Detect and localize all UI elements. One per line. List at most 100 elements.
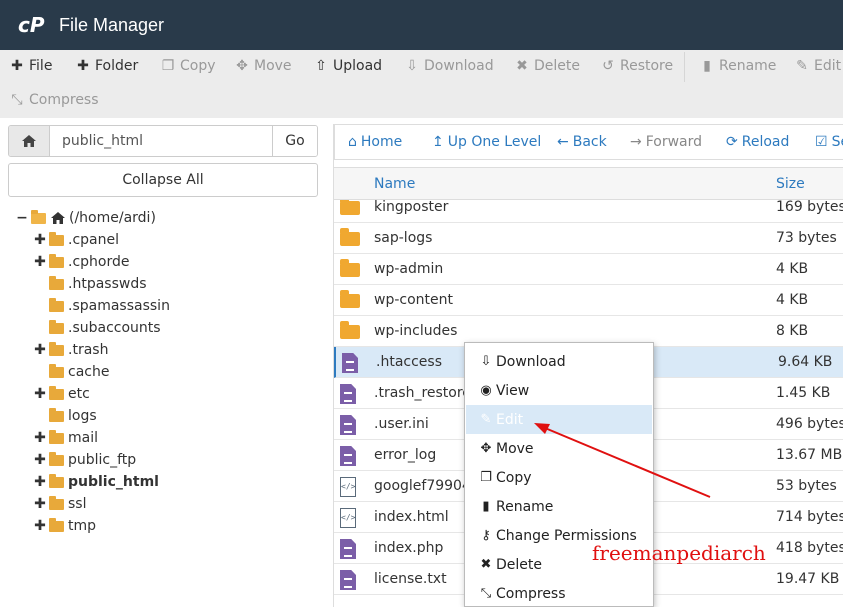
main-toolbar: ✚ File ✚ Folder ❐ Copy ✥ Move ⇧ Upload ⇩ Downl…: [0, 50, 843, 118]
plus-icon: ✚: [11, 58, 23, 74]
expand-icon[interactable]: ✚: [34, 496, 46, 512]
tree-root[interactable]: − (/home/ardi): [16, 207, 156, 229]
tree-item[interactable]: ✚ .cphorde: [34, 251, 129, 273]
context-menu: ⇩ Download ◉ View ✎ Edit ✥ Move ❐ Copy ▮ Renam…: [464, 342, 654, 607]
folder-icon: [49, 385, 64, 400]
file-icon: ▮: [482, 499, 490, 514]
ctx-view[interactable]: ◉ View: [466, 376, 652, 405]
rename-button[interactable]: ▮ Rename: [700, 50, 776, 82]
expand-icon[interactable]: ✚: [34, 474, 46, 490]
pencil-icon: ✎: [796, 58, 808, 74]
tree-item[interactable]: ✚ .cpanel: [34, 229, 119, 251]
tree-item[interactable]: ✚ ssl: [34, 493, 86, 515]
ctx-edit[interactable]: ✎ Edit: [466, 405, 652, 434]
folder-icon: [340, 321, 360, 339]
file-row[interactable]: wp-admin 4 KB: [334, 254, 843, 285]
folder-icon: [340, 228, 360, 246]
tree-item[interactable]: ✚ mail: [34, 427, 98, 449]
collapse-icon[interactable]: −: [16, 210, 28, 226]
copy-icon: ❐: [480, 470, 492, 485]
file-text-icon: [340, 539, 356, 559]
file-code-icon: </>: [340, 508, 356, 528]
tree-item-current[interactable]: ✚ public_html: [34, 471, 159, 493]
select-all-button[interactable]: ☑Se: [815, 125, 843, 159]
expand-icon[interactable]: ✚: [34, 342, 46, 358]
tree-item[interactable]: cache: [49, 361, 109, 383]
expand-icon[interactable]: ✚: [34, 518, 46, 534]
expand-icon[interactable]: ✚: [34, 452, 46, 468]
download-icon: ⇩: [480, 354, 492, 369]
folder-icon: [49, 253, 64, 268]
download-button[interactable]: ⇩ Download: [405, 50, 493, 82]
file-text-icon: [340, 384, 356, 404]
folder-icon: [340, 259, 360, 277]
compress-button[interactable]: ⤡ Compress: [10, 84, 98, 116]
ctx-rename[interactable]: ▮ Rename: [466, 492, 652, 521]
copy-button[interactable]: ❐ Copy: [161, 50, 216, 82]
folder-icon: [340, 200, 360, 215]
tree-item[interactable]: ✚ tmp: [34, 515, 96, 537]
tree-item[interactable]: .subaccounts: [49, 317, 161, 339]
expand-icon[interactable]: ✚: [34, 430, 46, 446]
new-file-button[interactable]: ✚ File: [10, 50, 52, 82]
upload-button[interactable]: ⇧ Upload: [314, 50, 382, 82]
expand-icon[interactable]: ✚: [34, 254, 46, 270]
edit-button[interactable]: ✎ Edit: [795, 50, 841, 82]
ctx-move[interactable]: ✥ Move: [466, 434, 652, 463]
expand-icon[interactable]: ✚: [34, 232, 46, 248]
toolbar-divider: [684, 52, 685, 82]
undo-icon: ↺: [602, 58, 614, 74]
file-text-icon: [342, 353, 358, 373]
tree-item[interactable]: logs: [49, 405, 97, 427]
go-button[interactable]: Go: [272, 126, 317, 156]
tree-item[interactable]: ✚ etc: [34, 383, 90, 405]
collapse-all-button[interactable]: Collapse All: [8, 163, 318, 197]
file-text-icon: [340, 446, 356, 466]
forward-button[interactable]: → Forward: [630, 125, 702, 159]
path-bar: Go: [8, 125, 318, 157]
tree-item[interactable]: .htpasswds: [49, 273, 147, 295]
download-icon: ⇩: [406, 58, 418, 74]
folder-icon: [340, 290, 360, 308]
nav-home-button[interactable]: ⌂ Home: [348, 125, 402, 159]
svg-text:cP: cP: [18, 13, 45, 37]
folder-icon: [49, 473, 64, 488]
home-icon: [51, 212, 65, 224]
size-column-header[interactable]: Size: [776, 176, 805, 192]
tree-item[interactable]: ✚ public_ftp: [34, 449, 136, 471]
upload-icon: ⇧: [315, 58, 327, 74]
arrow-left-icon: ←: [557, 134, 569, 150]
ctx-compress[interactable]: ⤡ Compress: [466, 579, 652, 607]
folder-icon: [49, 275, 64, 290]
compress-icon: ⤡: [480, 586, 492, 601]
delete-button[interactable]: ✖ Delete: [515, 50, 580, 82]
file-code-icon: </>: [340, 477, 356, 497]
name-column-header[interactable]: Name: [374, 176, 415, 192]
path-input[interactable]: [50, 126, 272, 156]
app-title: File Manager: [59, 14, 165, 35]
file-row[interactable]: wp-content 4 KB: [334, 285, 843, 316]
new-folder-button[interactable]: ✚ Folder: [76, 50, 138, 82]
directory-panel: Go Collapse All: [8, 125, 318, 197]
restore-button[interactable]: ↺ Restore: [601, 50, 673, 82]
move-button[interactable]: ✥ Move: [235, 50, 291, 82]
folder-icon: [49, 319, 64, 334]
back-button[interactable]: ← Back: [557, 125, 607, 159]
folder-icon: [49, 231, 64, 246]
file-row[interactable]: sap-logs 73 bytes: [334, 223, 843, 254]
home-button[interactable]: [9, 126, 50, 156]
expand-icon[interactable]: ✚: [34, 386, 46, 402]
tree-item[interactable]: ✚ .trash: [34, 339, 108, 361]
folder-open-icon: [31, 209, 46, 224]
up-one-level-button[interactable]: ↥ Up One Level: [432, 125, 541, 159]
file-row[interactable]: kingposter 169 bytes: [334, 200, 843, 223]
reload-icon: ⟳: [726, 134, 738, 150]
ctx-copy[interactable]: ❐ Copy: [466, 463, 652, 492]
ctx-download[interactable]: ⇩ Download: [466, 347, 652, 376]
tree-item[interactable]: .spamassassin: [49, 295, 170, 317]
reload-button[interactable]: ⟳ Reload: [726, 125, 789, 159]
folder-icon: [49, 407, 64, 422]
times-icon: ✖: [516, 58, 528, 74]
level-up-icon: ↥: [432, 134, 444, 150]
folder-icon: [49, 495, 64, 510]
